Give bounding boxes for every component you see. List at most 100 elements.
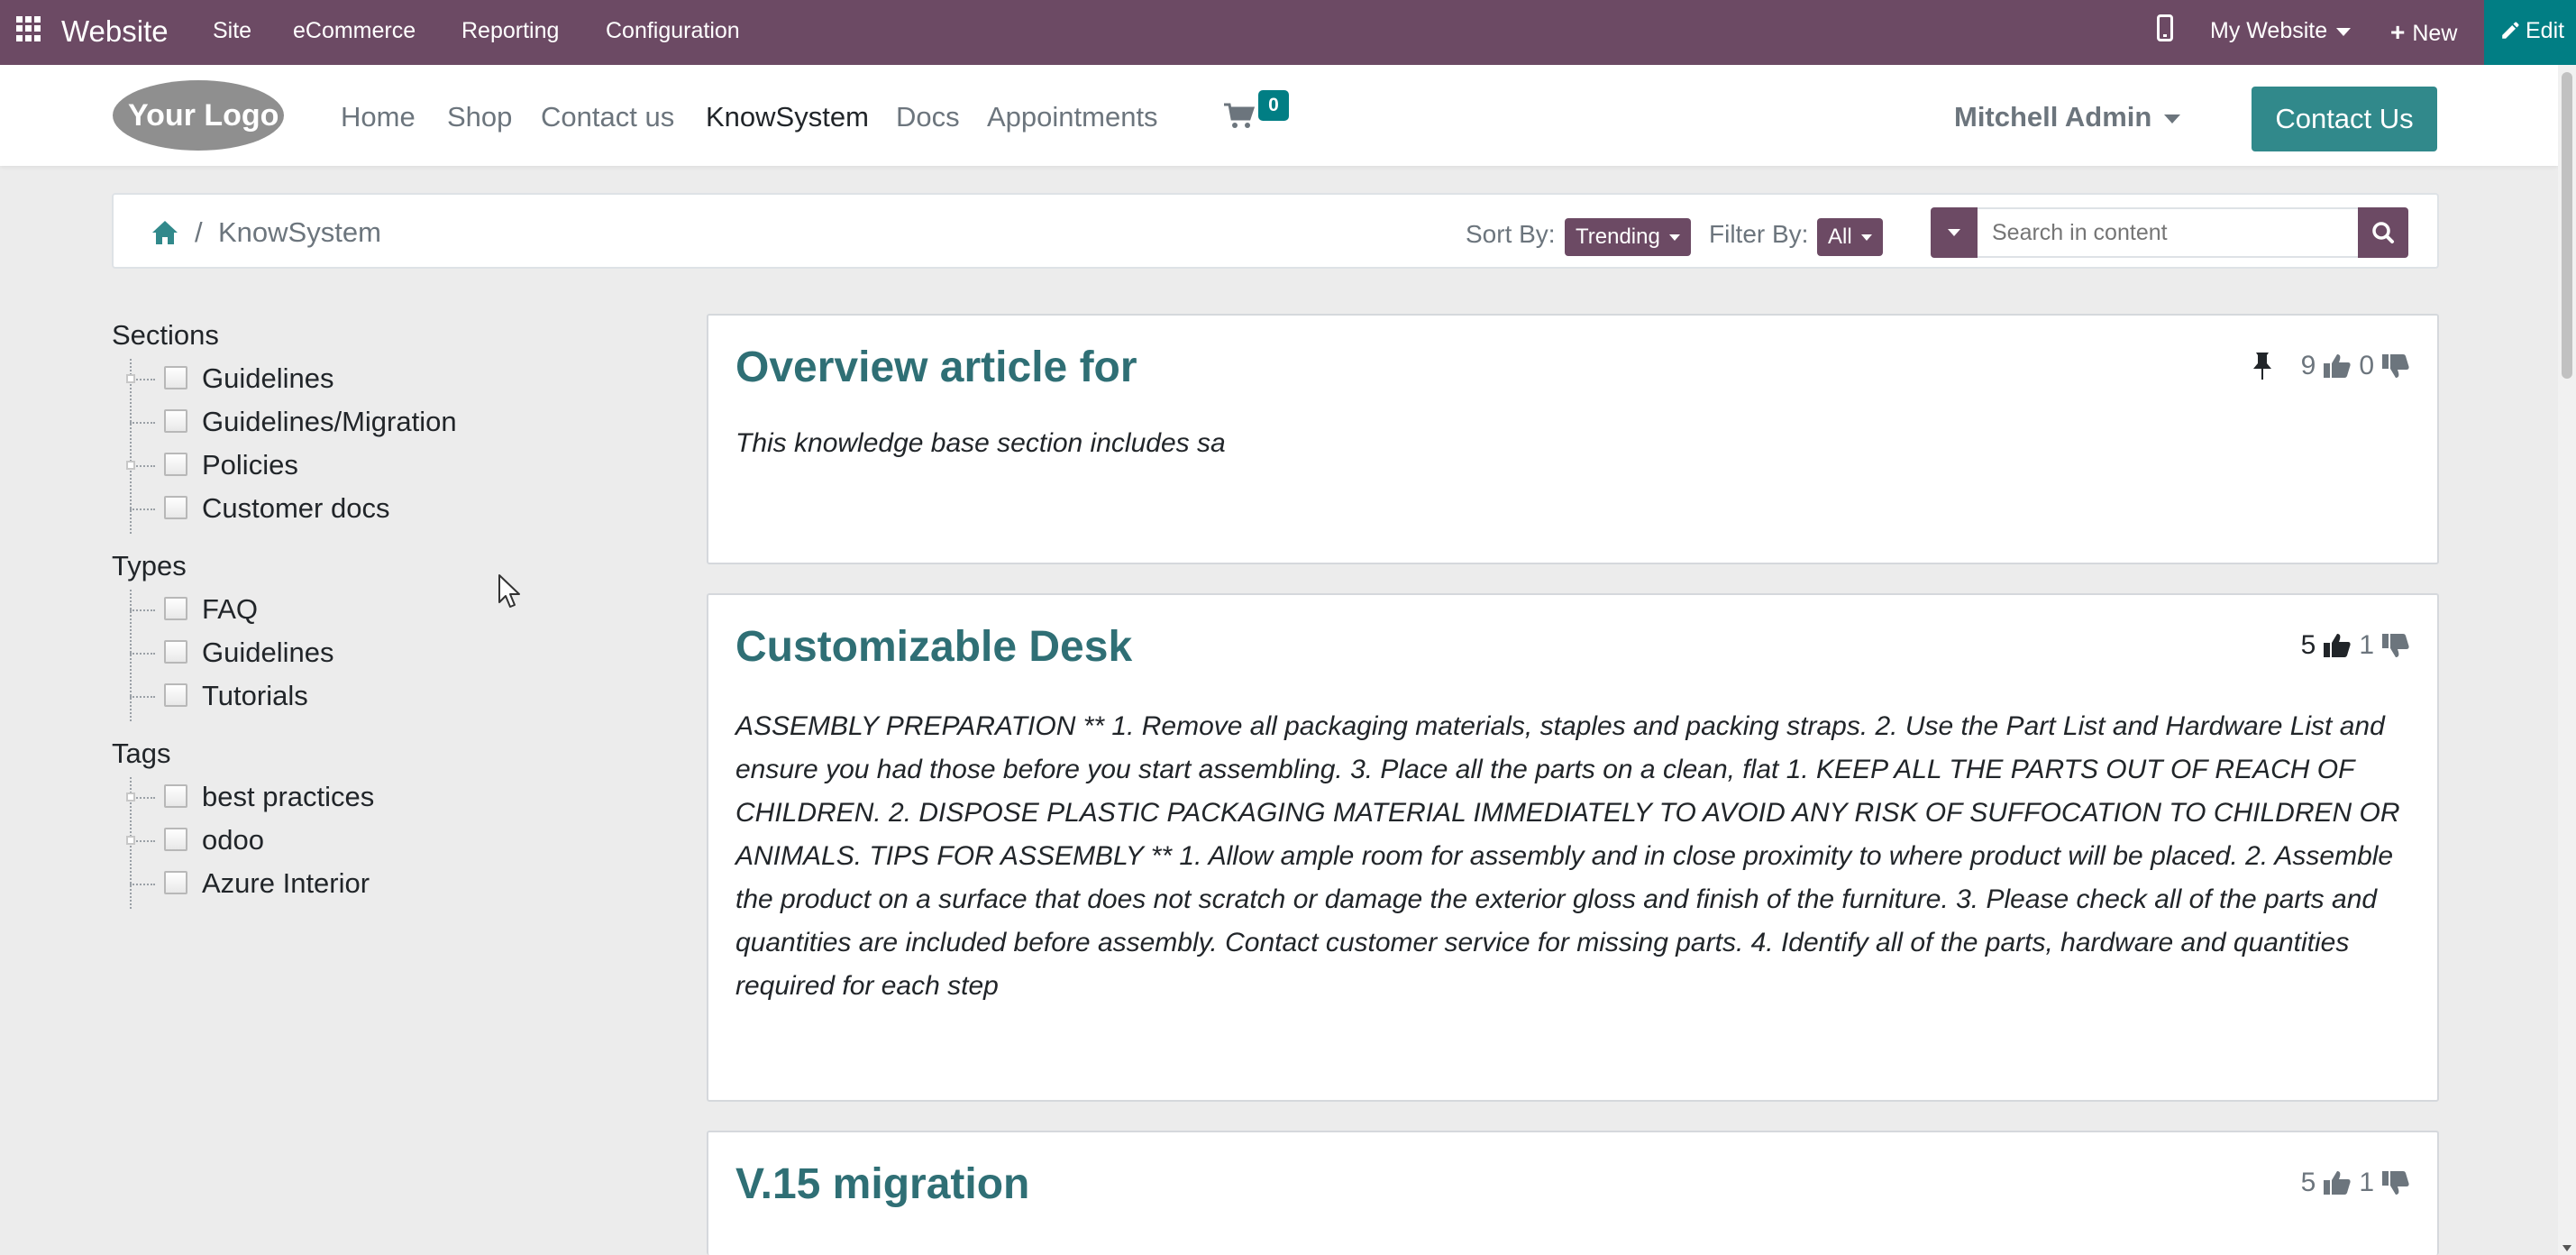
likes-count: 5 [2300,1168,2316,1197]
article-title[interactable]: Overview article for [735,343,1137,392]
tree-node-icon [126,836,135,845]
tags-title: Tags [112,737,171,769]
sort-by-value: Trending [1576,224,1660,249]
admin-menu-site[interactable]: Site [213,18,251,44]
pin-icon[interactable] [2251,351,2274,381]
checkbox[interactable] [164,871,187,894]
contact-us-button[interactable]: Contact Us [2252,87,2437,151]
checkbox[interactable] [164,828,187,851]
chevron-down-icon [1668,234,1680,242]
chevron-down-icon [2164,114,2181,124]
article-tag[interactable]: new leads [744,507,839,530]
admin-navbar: Website Site eCommerce Reporting Configu… [0,0,2576,65]
breadcrumb-separator: / [195,216,203,248]
section-label: Customer docs [202,492,390,524]
chevron-down-icon [1860,234,1872,242]
likes-count: 5 [2300,630,2316,660]
breadcrumb-current: KnowSystem [218,216,381,248]
sections-tree-line [130,359,132,534]
article-excerpt: ASSEMBLY PREPARATION ** 1. Remove all pa… [735,711,2400,1001]
scrollbar-thumb[interactable] [2562,72,2572,379]
article-card[interactable]: V.15 migration 5 1 [707,1131,2439,1255]
article-votes: 9 0 [2251,348,2410,384]
admin-menu-configuration[interactable]: Configuration [606,18,740,44]
checkbox[interactable] [164,784,187,808]
logo-text: Your Logo [128,98,279,133]
article-card[interactable]: Customizable Desk ASSEMBLY PREPARATION *… [707,593,2439,1102]
company-logo[interactable]: Your Logo [112,79,285,151]
cart-icon[interactable] [1224,103,1255,130]
thumbs-up-icon[interactable] [2323,1169,2352,1196]
nav-knowsystem[interactable]: KnowSystem [706,101,869,133]
mouse-cursor-icon [498,574,520,608]
checkbox[interactable] [164,409,187,433]
search-options-dropdown[interactable] [1931,207,1978,258]
search-button[interactable] [2358,207,2408,258]
article-excerpt: This knowledge base section includes sa [735,428,1226,458]
nav-home[interactable]: Home [341,101,416,133]
thumbs-down-icon[interactable] [2381,353,2410,380]
edit-button[interactable]: Edit [2484,0,2576,65]
home-icon[interactable] [151,220,178,245]
user-name: Mitchell Admin [1954,101,2152,133]
filter-by-value: All [1828,224,1852,249]
user-menu[interactable]: Mitchell Admin [1954,101,2181,133]
knowsystem-toolbar: / KnowSystem Sort By: Trending Filter By… [112,193,2439,269]
section-label: Guidelines/Migration [202,406,457,437]
article-title[interactable]: Customizable Desk [735,622,1132,672]
thumbs-up-icon[interactable] [2323,632,2352,659]
dislikes-count: 1 [2359,630,2374,660]
type-label: Tutorials [202,680,308,711]
article-votes: 5 1 [2301,628,2410,664]
sections-title: Sections [112,319,219,351]
nav-contact-us[interactable]: Contact us [541,101,674,133]
filter-by-dropdown[interactable]: All [1817,218,1883,256]
page-scrollbar[interactable] [2558,65,2576,1255]
chevron-down-icon [2336,27,2352,36]
thumbs-up-icon[interactable] [2323,353,2352,380]
article-card[interactable]: Overview article for This knowledge base… [707,314,2439,564]
edit-button-label: Edit [2526,18,2565,43]
tree-node-icon [126,461,135,470]
thumbs-down-icon[interactable] [2381,632,2410,659]
likes-count: 9 [2300,351,2316,380]
website-switcher-label: My Website [2210,18,2328,43]
article-title[interactable]: V.15 migration [735,1159,1029,1209]
nav-appointments[interactable]: Appointments [987,101,1158,133]
search-input[interactable] [1978,207,2361,258]
checkbox[interactable] [164,496,187,519]
section-label: Guidelines [202,362,334,394]
checkbox[interactable] [164,640,187,664]
filter-by-label: Filter By: [1709,220,1809,248]
mobile-preview-icon[interactable] [2157,14,2173,41]
checkbox[interactable] [164,453,187,476]
nav-docs[interactable]: Docs [896,101,960,133]
thumbs-down-icon[interactable] [2381,1169,2410,1196]
section-label: Policies [202,449,298,481]
type-label: Guidelines [202,637,334,668]
sort-by-label: Sort By: [1466,220,1556,248]
admin-menu-reporting[interactable]: Reporting [461,18,559,44]
pencil-icon [2502,22,2519,39]
tree-node-icon [126,374,135,383]
checkbox[interactable] [164,597,187,620]
tag-label: Azure Interior [202,867,370,899]
scroll-down-arrow-icon[interactable] [2562,1245,2571,1251]
plus-icon: + [2390,18,2406,46]
nav-shop[interactable]: Shop [447,101,512,133]
tree-node-icon [126,792,135,802]
admin-menu-ecommerce[interactable]: eCommerce [293,18,416,44]
dislikes-count: 0 [2359,351,2374,380]
sort-by-dropdown[interactable]: Trending [1565,218,1691,256]
types-title: Types [112,550,187,582]
admin-brand[interactable]: Website [61,14,169,49]
dislikes-count: 1 [2359,1168,2374,1197]
cart-count-badge: 0 [1258,90,1289,121]
tag-label: best practices [202,781,375,812]
checkbox[interactable] [164,366,187,389]
website-switcher[interactable]: My Website [2210,18,2352,44]
search-icon [2372,222,2394,243]
checkbox[interactable] [164,683,187,707]
apps-grid-icon[interactable] [16,16,41,41]
new-button[interactable]: + New [2390,18,2457,47]
